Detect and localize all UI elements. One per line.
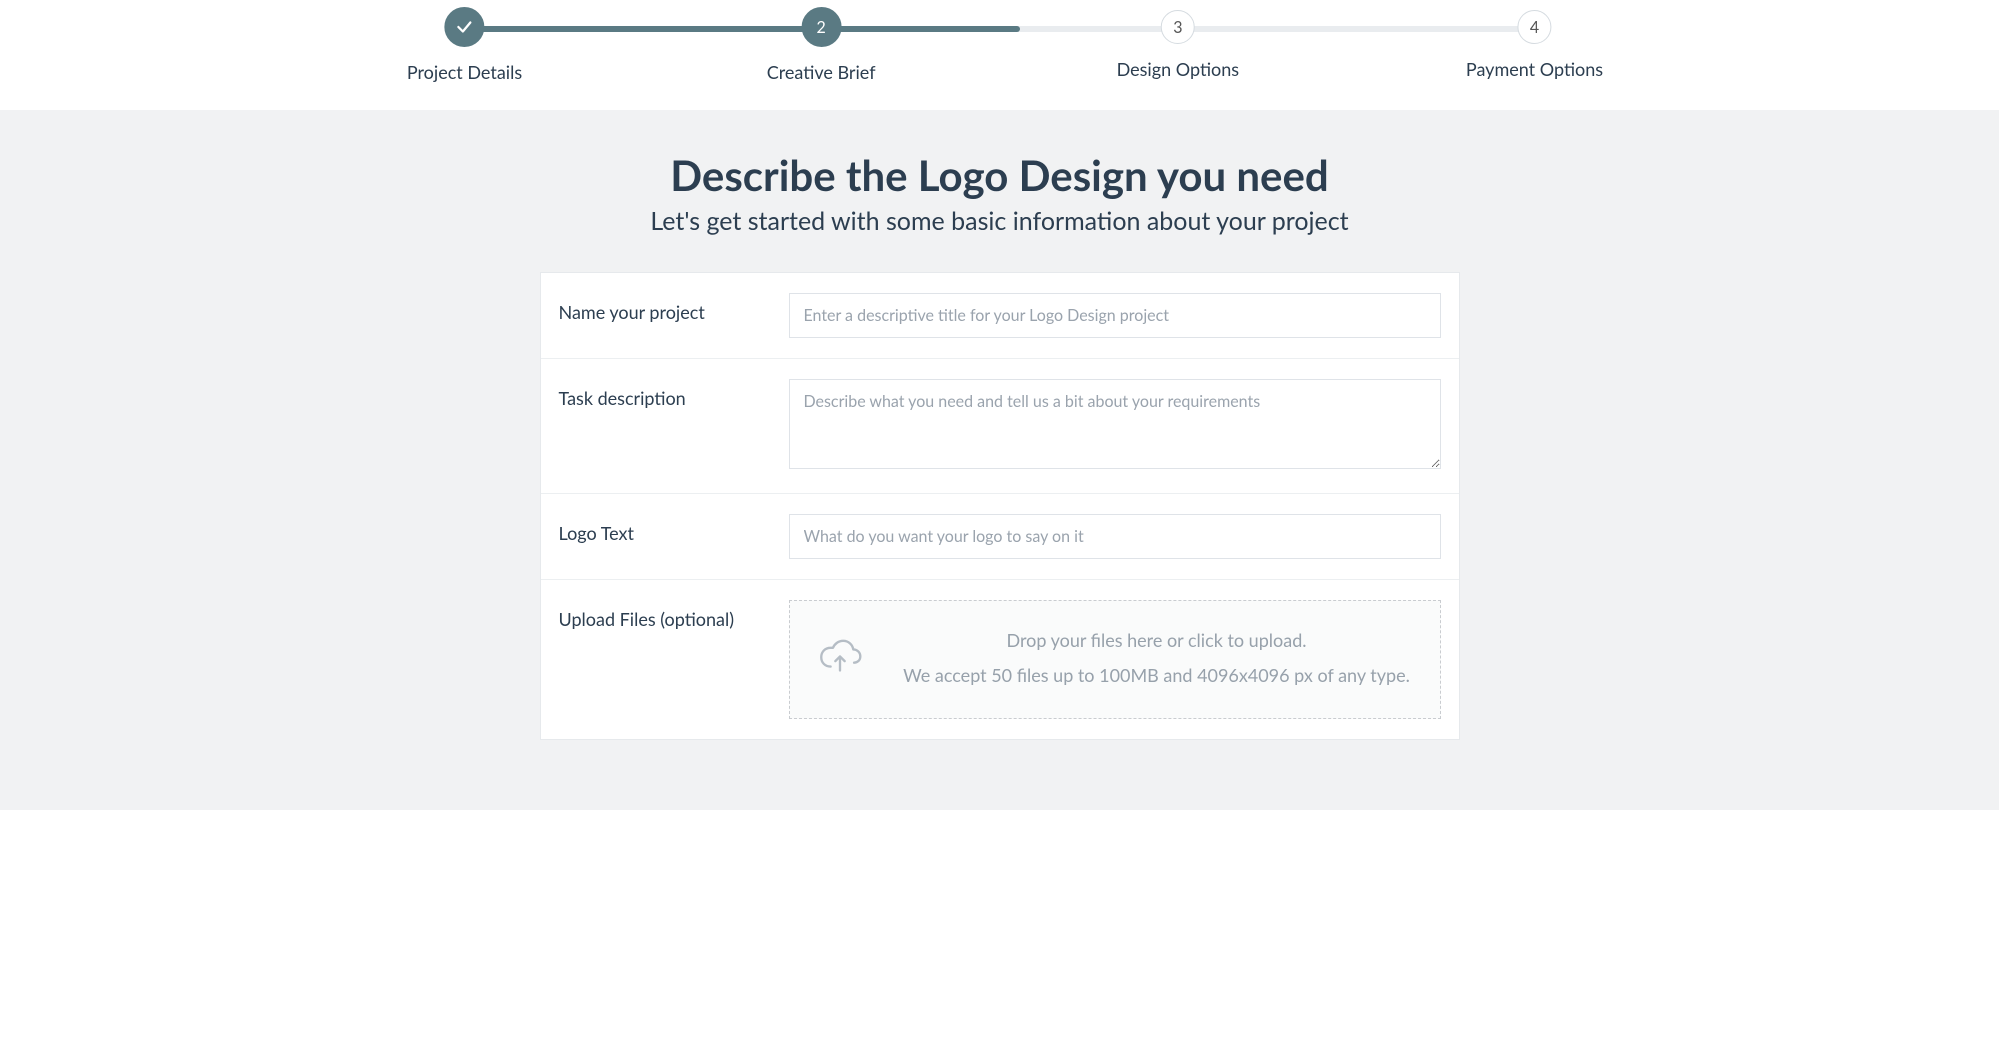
step-label: Payment Options — [1466, 58, 1603, 80]
content-area: Describe the Logo Design you need Let's … — [0, 110, 1999, 810]
step-circle-done — [445, 7, 485, 47]
form-card: Name your project Task description Logo … — [540, 272, 1460, 740]
step-label: Project Details — [407, 61, 522, 83]
dropzone-line2: We accept 50 files up to 100MB and 4096x… — [894, 660, 1420, 691]
step-design-options[interactable]: 3 Design Options — [1117, 10, 1240, 80]
step-circle-active: 2 — [801, 7, 841, 47]
dropzone-line1: Drop your files here or click to upload. — [894, 625, 1420, 656]
row-task-description: Task description — [541, 359, 1459, 494]
dropzone-text: Drop your files here or click to upload.… — [894, 625, 1420, 690]
page-title: Describe the Logo Design you need — [0, 150, 1999, 200]
task-description-label: Task description — [559, 379, 789, 409]
step-label: Design Options — [1117, 58, 1240, 80]
cloud-upload-icon — [810, 638, 870, 678]
project-name-label: Name your project — [559, 293, 789, 323]
logo-text-input[interactable] — [789, 514, 1441, 559]
step-creative-brief[interactable]: 2 Creative Brief — [767, 10, 876, 83]
stepper: Project Details 2 Creative Brief 3 Desig… — [445, 10, 1555, 80]
step-circle-pending: 4 — [1518, 10, 1552, 44]
step-circle-pending: 3 — [1161, 10, 1195, 44]
step-label: Creative Brief — [767, 61, 876, 83]
step-payment-options[interactable]: 4 Payment Options — [1466, 10, 1603, 80]
check-icon — [456, 18, 474, 36]
project-name-input[interactable] — [789, 293, 1441, 338]
step-project-details[interactable]: Project Details — [407, 10, 522, 83]
row-project-name: Name your project — [541, 273, 1459, 359]
task-description-input[interactable] — [789, 379, 1441, 469]
stepper-track-fill — [465, 26, 1020, 32]
logo-text-label: Logo Text — [559, 514, 789, 544]
stepper-section: Project Details 2 Creative Brief 3 Desig… — [0, 0, 1999, 110]
row-logo-text: Logo Text — [541, 494, 1459, 580]
file-dropzone[interactable]: Drop your files here or click to upload.… — [789, 600, 1441, 719]
upload-files-label: Upload Files (optional) — [559, 600, 789, 630]
page-subtitle: Let's get started with some basic inform… — [0, 206, 1999, 236]
row-upload-files: Upload Files (optional) Drop your files … — [541, 580, 1459, 739]
